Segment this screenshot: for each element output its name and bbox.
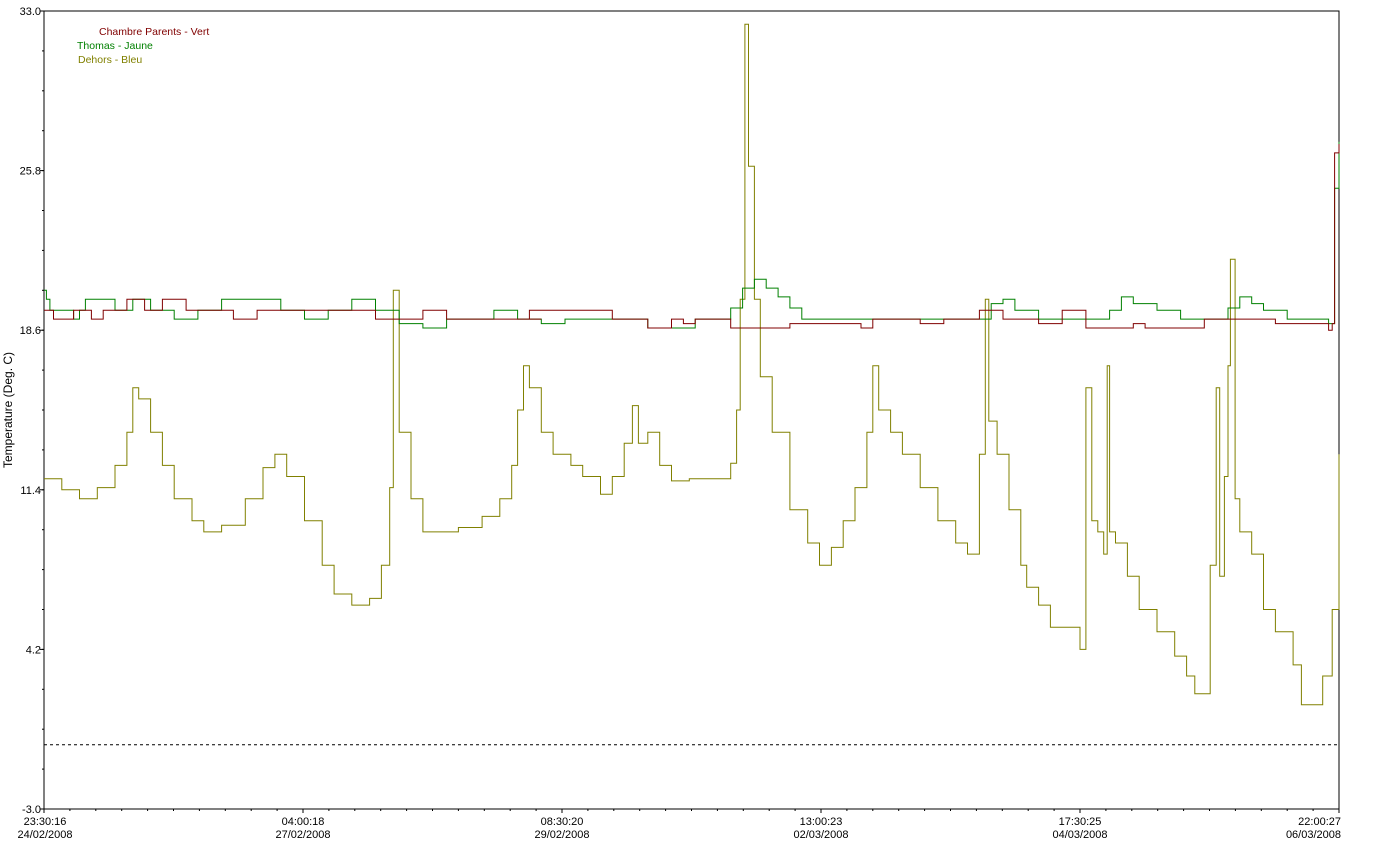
x-tick-date: 06/03/2008 — [1286, 829, 1341, 841]
x-tick-date: 24/02/2008 — [17, 829, 72, 841]
x-tick-date: 27/02/2008 — [275, 829, 330, 841]
x-tick-time: 23:30:16 — [24, 816, 67, 828]
temperature-chart: 33.0 25.8 18.6 11.4 4.2 -3.0 23:30:1624/02/20… — [1, 6, 1341, 841]
y-tick-label: 18.6 — [20, 325, 41, 337]
x-tick-time: 17:30:25 — [1059, 816, 1102, 828]
x-tick-time: 13:00:23 — [800, 816, 843, 828]
legend-item-chambre: Chambre Parents - Vert — [99, 26, 209, 38]
x-tick-date: 29/02/2008 — [534, 829, 589, 841]
x-tick-time: 22:00:27 — [1298, 816, 1341, 828]
x-tick-date: 04/03/2008 — [1052, 829, 1107, 841]
y-tick-label: 25.8 — [20, 166, 41, 178]
x-axis: 23:30:1624/02/2008 04:00:1827/02/2008 08:3… — [17, 809, 1341, 841]
y-axis: 33.0 25.8 18.6 11.4 4.2 -3.0 — [20, 6, 44, 816]
y-tick-label: -3.0 — [22, 804, 41, 816]
x-tick-date: 02/03/2008 — [793, 829, 848, 841]
plot-frame — [43, 10, 1340, 810]
y-axis-title: Temperature (Deg. C) — [1, 352, 15, 468]
y-tick-label: 33.0 — [20, 6, 41, 18]
legend-item-dehors: Dehors - Bleu — [78, 54, 142, 66]
x-tick-time: 04:00:18 — [282, 816, 325, 828]
y-tick-label: 11.4 — [20, 485, 41, 497]
legend-item-thomas: Thomas - Jaune — [77, 40, 153, 52]
y-tick-label: 4.2 — [26, 644, 41, 656]
x-tick-time: 08:30:20 — [541, 816, 584, 828]
